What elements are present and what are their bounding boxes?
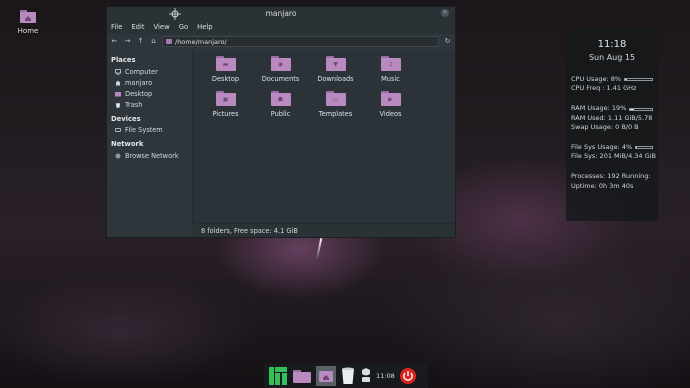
folder-label: Public	[270, 110, 291, 118]
computer-icon	[115, 68, 121, 75]
menu-help[interactable]: Help	[197, 23, 213, 32]
sidebar-item-trash[interactable]: Trash	[107, 100, 192, 111]
power-icon[interactable]	[399, 366, 417, 386]
lightning-streak	[315, 238, 323, 260]
folder-label: Templates	[318, 110, 353, 118]
sidebar-item-manjaro[interactable]: manjaro	[107, 77, 192, 88]
sidebar-item-file-system[interactable]: File System	[107, 125, 192, 136]
reload-icon[interactable]: ↻	[443, 37, 452, 46]
fs-sys-text: File Sys: 201 MiB/4.34 GiB	[571, 152, 656, 161]
menu-file[interactable]: File	[111, 23, 122, 32]
menu-bar: File Edit View Go Help	[107, 21, 455, 34]
folder-documents[interactable]: ◉ Documents	[253, 56, 308, 83]
pictures-folder-icon: ▣	[215, 91, 236, 106]
tray-icons[interactable]	[360, 366, 372, 386]
location-path: /home/manjaro/	[175, 37, 227, 46]
sidebar-item-label: Browse Network	[125, 151, 179, 160]
sidebar-item-label: Trash	[125, 101, 143, 110]
home-window-task-icon[interactable]	[316, 365, 336, 386]
fs-usage-text: File Sys Usage: 4%	[571, 143, 633, 152]
music-folder-icon: ♫	[380, 56, 401, 71]
downloads-folder-icon: ▼	[325, 56, 346, 71]
sidebar: Places Computer manjaro Desktop Trash De…	[107, 50, 193, 223]
ram-usage-bar	[629, 107, 653, 111]
uptime-text: Uptime: 0h 3m 40s	[571, 181, 634, 190]
folder-desktop[interactable]: ▬ Desktop	[198, 56, 253, 83]
system-monitor-widget: 11:18 Sun Aug 15 CPU Usage: 8% CPU Freq …	[566, 29, 658, 221]
trash-taskbar-icon[interactable]	[340, 366, 356, 386]
status-bar: 8 folders, Free space: 4.1 GiB	[193, 223, 455, 237]
file-manager-window: manjaro ✕ File Edit View Go Help ← → ↑ ⌂…	[106, 6, 456, 238]
folder-pictures[interactable]: ▣ Pictures	[198, 91, 253, 118]
sidebar-item-browse-network[interactable]: Browse Network	[107, 150, 192, 161]
sidebar-item-label: File System	[125, 126, 163, 135]
desktop-home-label: Home	[17, 27, 39, 35]
menu-edit[interactable]: Edit	[131, 23, 144, 32]
taskbar-clock: 11:08	[376, 371, 395, 380]
home-icon[interactable]: ⌂	[149, 37, 158, 46]
documents-folder-icon: ◉	[270, 56, 291, 71]
cpu-usage-text: CPU Usage: 8%	[571, 75, 622, 83]
home-icon	[115, 80, 121, 86]
swap-usage-text: Swap Usage: 0 B/0 B	[571, 122, 639, 131]
folder-videos[interactable]: ▶ Videos	[363, 91, 418, 118]
ram-used-text: RAM Used: 1.11 GiB/5.78	[571, 113, 653, 122]
fs-usage-bar	[635, 146, 653, 150]
network-icon	[115, 153, 121, 159]
folder-label: Videos	[379, 110, 402, 118]
desktop-folder-icon: ▬	[215, 56, 236, 71]
processes-text: Processes: 192 Running:	[571, 172, 651, 181]
conky-date: Sun Aug 15	[588, 53, 636, 62]
desktop-folder-icon	[115, 91, 121, 97]
folder-label: Music	[381, 75, 400, 83]
title-bar[interactable]: manjaro ✕	[107, 7, 455, 21]
sidebar-item-desktop[interactable]: Desktop	[107, 88, 192, 99]
ram-usage-text: RAM Usage: 19%	[571, 104, 627, 113]
toolbar: ← → ↑ ⌂ /home/manjaro/ ↻	[107, 34, 455, 49]
folder-label: Documents	[261, 75, 300, 83]
location-bar[interactable]: /home/manjaro/	[162, 36, 439, 47]
folder-templates[interactable]: ▭ Templates	[308, 91, 363, 118]
network-heading: Network	[111, 139, 144, 148]
forward-arrow-icon[interactable]: →	[123, 37, 132, 46]
menu-view[interactable]: View	[154, 23, 170, 32]
file-view: ▬ Desktop ◉ Documents ▼ Downloads ♫ Musi…	[193, 50, 455, 223]
manjaro-menu-icon[interactable]	[268, 366, 288, 386]
back-arrow-icon[interactable]: ←	[110, 37, 119, 46]
file-manager-folder-icon[interactable]	[292, 366, 312, 386]
sidebar-item-label: Computer	[125, 67, 158, 76]
folder-label: Pictures	[212, 110, 239, 118]
home-folder-icon	[20, 10, 36, 23]
sidebar-item-label: Desktop	[125, 89, 153, 98]
folder-label: Downloads	[317, 75, 354, 83]
cpu-freq-text: CPU Freq : 1.41 GHz	[571, 84, 637, 93]
folder-downloads[interactable]: ▼ Downloads	[308, 56, 363, 83]
window-title: manjaro	[265, 9, 297, 18]
sidebar-item-computer[interactable]: Computer	[107, 66, 192, 77]
videos-folder-icon: ▶	[380, 91, 401, 106]
public-folder-icon: ☗	[270, 91, 291, 106]
trash-icon	[116, 103, 120, 108]
drive-icon	[115, 128, 121, 133]
cpu-usage-bar	[624, 78, 653, 82]
folder-public[interactable]: ☗ Public	[253, 91, 308, 118]
close-button[interactable]: ✕	[441, 9, 449, 17]
devices-heading: Devices	[111, 114, 141, 123]
folder-label: Desktop	[211, 75, 240, 83]
folder-music[interactable]: ♫ Music	[363, 56, 418, 83]
up-arrow-icon[interactable]: ↑	[136, 37, 145, 46]
desktop-home-icon[interactable]: Home	[14, 10, 42, 35]
taskbar: 11:08	[264, 363, 428, 388]
conky-time: 11:18	[597, 39, 627, 50]
sidebar-item-label: manjaro	[125, 78, 153, 87]
menu-go[interactable]: Go	[179, 23, 188, 32]
templates-folder-icon: ▭	[325, 91, 346, 106]
folder-mini-icon	[166, 39, 172, 44]
places-heading: Places	[111, 56, 136, 64]
